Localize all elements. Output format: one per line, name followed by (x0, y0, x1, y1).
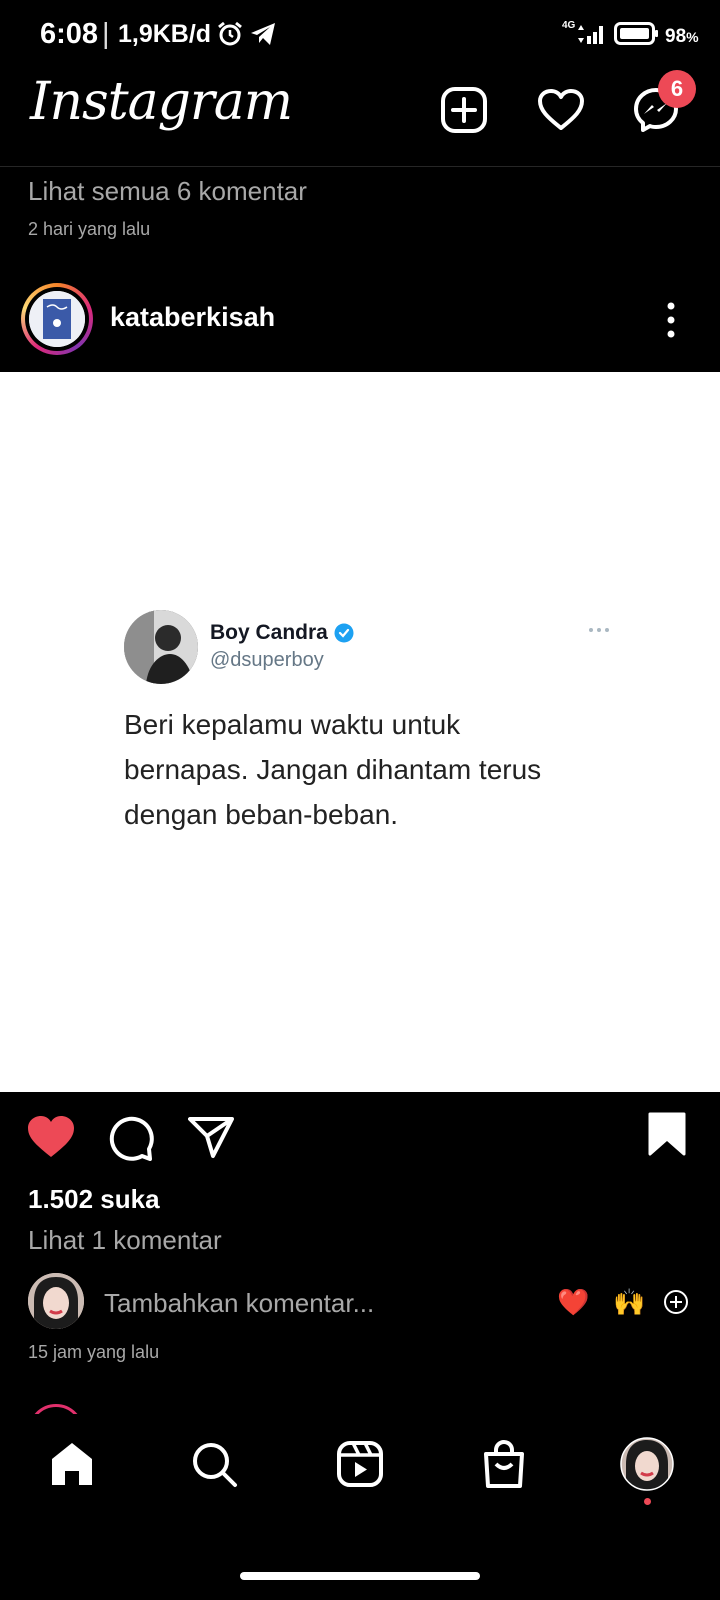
post-author-avatar[interactable] (29, 291, 85, 347)
bookmark-filled-icon (648, 1112, 686, 1156)
tweet-more-icon (588, 620, 610, 638)
nav-shop[interactable] (474, 1434, 534, 1494)
bottom-navigation (0, 1414, 720, 1600)
view-comments-link[interactable]: Lihat 1 komentar (28, 1225, 222, 1256)
nav-home[interactable] (42, 1434, 102, 1494)
like-button[interactable] (26, 1115, 76, 1164)
signal-icon (575, 22, 607, 51)
tweet-author-name: Boy Candra (210, 621, 328, 644)
nav-reels[interactable] (330, 1434, 390, 1494)
send-icon (188, 1117, 234, 1158)
alarm-icon (216, 20, 244, 53)
tweet-author-handle: @dsuperboy (210, 649, 324, 671)
plus-circle-icon (664, 1290, 688, 1314)
save-button[interactable] (648, 1112, 686, 1161)
home-icon (52, 1443, 92, 1485)
activity-button[interactable] (533, 82, 589, 138)
post-options-button[interactable] (656, 300, 686, 340)
tweet-author-avatar (124, 610, 198, 684)
previous-post-time: 2 hari yang lalu (28, 219, 151, 239)
new-post-button[interactable] (436, 82, 492, 138)
current-user-avatar (28, 1273, 84, 1329)
post-time: 15 jam yang lalu (28, 1342, 160, 1362)
heart-filled-icon (28, 1116, 74, 1157)
header-divider (0, 166, 720, 167)
profile-avatar (620, 1437, 674, 1491)
tweet-text-line: Beri kepalamu waktu untuk (124, 709, 461, 740)
profile-notification-dot (644, 1498, 651, 1505)
plus-square-icon (441, 87, 487, 133)
messages-badge: 6 (658, 70, 696, 108)
heart-outline-icon (538, 89, 584, 130)
like-count[interactable]: 1.502 suka (28, 1184, 160, 1215)
view-all-comments-link[interactable]: Lihat semua 6 komentar (28, 176, 307, 207)
post-image[interactable]: Boy Candra @dsuperboy Beri kepalamu wakt… (0, 372, 720, 1092)
reels-icon (337, 1441, 383, 1487)
share-button[interactable] (188, 1115, 234, 1164)
quick-emoji-raised-hands[interactable]: 🙌 (613, 1287, 645, 1318)
post-username[interactable]: kataberkisah (110, 302, 275, 333)
home-indicator[interactable] (240, 1572, 480, 1580)
instagram-logo[interactable]: Instagram (30, 72, 293, 132)
status-bar: 6:08 | 1,9KB/d 4G 98% (0, 0, 720, 70)
tweet-text-line: dengan beban-beban. (124, 799, 399, 830)
verified-badge-icon (334, 623, 354, 648)
nav-profile[interactable] (617, 1434, 677, 1494)
more-vertical-icon (667, 302, 675, 338)
battery-icon (614, 22, 660, 51)
status-separator: | (102, 18, 110, 50)
quick-emoji-heart[interactable]: ❤️ (557, 1287, 589, 1318)
add-comment-input[interactable]: Tambahkan komentar... (104, 1288, 374, 1319)
shop-icon (484, 1440, 524, 1488)
comment-icon (109, 1116, 154, 1161)
tweet-text-line: bernapas. Jangan dihantam terus (124, 754, 542, 785)
nav-search[interactable] (184, 1434, 244, 1494)
search-icon (193, 1443, 237, 1487)
add-emoji-button[interactable] (663, 1289, 689, 1320)
status-net-speed: 1,9KB/d (118, 20, 212, 48)
network-type: 4G (562, 20, 576, 31)
comment-button[interactable] (108, 1115, 154, 1166)
telegram-icon (250, 22, 276, 51)
battery-percent: 98% (665, 26, 699, 47)
status-time: 6:08 (40, 18, 99, 50)
tweet-text: Beri kepalamu waktu untuk bernapas. Jang… (124, 702, 594, 837)
